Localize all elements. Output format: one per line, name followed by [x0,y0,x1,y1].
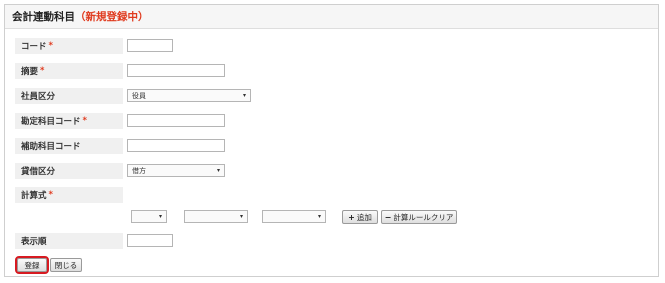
formula-label: 計算式 * [15,187,123,203]
account-code-label: 勘定科目コード * [15,113,123,129]
employee-type-value: 役員 [132,91,146,100]
clear-formula-button[interactable]: − 計算ルールクリア [381,210,457,224]
sub-account-code-label: 補助科目コード [15,138,123,154]
formula-operand-select[interactable]: ▾ [131,210,167,223]
page-title: 会計連動科目 [12,11,75,23]
formula-label-text: 計算式 [21,191,47,201]
formula-item2-select[interactable]: ▾ [262,210,326,223]
panel-header: 会計連動科目 （新規登録中） [5,5,658,29]
account-code-input[interactable] [127,114,225,127]
display-order-label-text: 表示順 [21,237,47,247]
add-formula-label: 追加 [356,212,372,222]
display-order-input[interactable] [127,234,173,247]
clear-formula-label: 計算ルールクリア [393,212,454,222]
debit-credit-label-text: 貸借区分 [21,167,56,177]
required-mark: * [48,190,53,200]
summary-label: 摘要 * [15,63,123,79]
page-status: （新規登録中） [75,11,149,23]
register-button[interactable]: 登録 [15,256,49,274]
required-mark: * [82,116,87,126]
employee-type-select[interactable]: 役員 ▾ [127,89,251,102]
sub-account-code-input[interactable] [127,139,225,152]
add-formula-button[interactable]: + 追加 [342,210,378,224]
plus-icon: + [348,212,355,222]
chevron-down-icon: ▾ [158,213,162,220]
chevron-down-icon: ▾ [216,167,220,174]
summary-label-text: 摘要 [21,67,39,77]
chevron-down-icon: ▾ [317,213,321,220]
minus-icon: − [384,212,392,222]
summary-input[interactable] [127,64,225,77]
employee-type-label: 社員区分 [15,88,123,104]
register-label: 登録 [24,260,40,270]
display-order-label: 表示順 [15,233,123,249]
sub-account-code-label-text: 補助科目コード [21,142,81,152]
form-panel: 会計連動科目 （新規登録中） コード * 摘要 * 社員区分 役員 ▾ 勘定科目コード… [4,4,659,277]
debit-credit-select[interactable]: 借方 ▾ [127,164,225,177]
chevron-down-icon: ▾ [242,92,246,99]
debit-credit-label: 貸借区分 [15,163,123,179]
formula-item-select[interactable]: ▾ [184,210,248,223]
code-label-text: コード [21,42,47,52]
required-mark: * [48,41,53,51]
required-mark: * [40,66,45,76]
chevron-down-icon: ▾ [239,213,243,220]
account-code-label-text: 勘定科目コード [21,117,81,127]
close-label: 閉じる [54,260,78,270]
employee-type-label-text: 社員区分 [21,92,56,102]
code-input[interactable] [127,39,173,52]
debit-credit-value: 借方 [132,166,146,175]
code-label: コード * [15,38,123,54]
close-button[interactable]: 閉じる [50,258,82,272]
